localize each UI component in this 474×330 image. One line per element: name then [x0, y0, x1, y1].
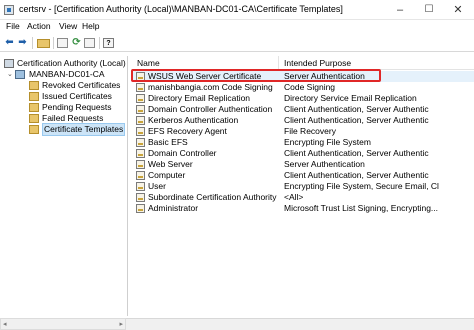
- template-name: Directory Email Replication: [148, 93, 251, 103]
- tree-node-ca[interactable]: ⌄ MANBAN-DC01-CA: [2, 69, 128, 80]
- forward-arrow-icon[interactable]: ➡: [16, 37, 29, 49]
- certificate-template-icon: [136, 182, 145, 191]
- template-name: Domain Controller Authentication: [148, 104, 273, 114]
- certificate-template-icon: [136, 105, 145, 114]
- tree-horizontal-scrollbar[interactable]: ◂ ▸: [0, 318, 126, 330]
- menu-help[interactable]: Help: [82, 21, 99, 31]
- template-name: Subordinate Certification Authority: [148, 192, 277, 202]
- template-purpose: Client Authentication, Server Authentic: [284, 115, 429, 125]
- menu-view[interactable]: View: [59, 21, 77, 31]
- highlight-box: [131, 69, 381, 82]
- template-list: Name Intended Purpose WSUS Web Server Ce…: [132, 56, 474, 316]
- refresh-icon[interactable]: ⟳: [70, 37, 83, 49]
- table-row[interactable]: manishbangia.com Code Signing Code Signi…: [132, 82, 474, 93]
- up-folder-icon[interactable]: [37, 39, 50, 48]
- template-name: Computer: [148, 170, 186, 180]
- minimize-button[interactable]: –: [385, 0, 415, 20]
- tree-node-issued[interactable]: Issued Certificates: [2, 91, 128, 102]
- toolbar-separator: [99, 37, 100, 49]
- table-row[interactable]: EFS Recovery Agent File Recovery: [132, 126, 474, 137]
- certificate-template-icon: [136, 127, 145, 136]
- folder-icon: [29, 92, 39, 101]
- menu-file[interactable]: File: [6, 21, 20, 31]
- template-name: manishbangia.com Code Signing: [148, 82, 273, 92]
- template-purpose: Encrypting File System: [284, 137, 371, 147]
- table-row[interactable]: Web Server Server Authentication: [132, 159, 474, 170]
- template-purpose: Directory Service Email Replication: [284, 93, 417, 103]
- certificate-template-icon: [136, 204, 145, 213]
- template-name: EFS Recovery Agent: [148, 126, 227, 136]
- toolbar-separator: [32, 37, 33, 49]
- template-name: Kerberos Authentication: [148, 115, 239, 125]
- scroll-left-icon[interactable]: ◂: [3, 320, 7, 328]
- table-row[interactable]: Domain Controller Client Authentication,…: [132, 148, 474, 159]
- template-name: Administrator: [148, 203, 199, 213]
- template-name: Web Server: [148, 159, 193, 169]
- certificate-template-icon: [136, 193, 145, 202]
- template-purpose: Microsoft Trust List Signing, Encrypting…: [284, 203, 439, 213]
- close-button[interactable]: ✕: [443, 0, 473, 20]
- table-row[interactable]: Subordinate Certification Authority <All…: [132, 192, 474, 203]
- certificate-template-icon: [136, 138, 145, 147]
- folder-icon: [29, 81, 39, 90]
- certificate-template-icon: [136, 94, 145, 103]
- template-purpose: Client Authentication, Server Authentic: [284, 148, 429, 158]
- expander-icon[interactable]: ⌄: [7, 69, 13, 80]
- template-purpose: Server Authentication: [284, 159, 365, 169]
- certificate-template-icon: [136, 83, 145, 92]
- template-name: Basic EFS: [148, 137, 188, 147]
- menu-action[interactable]: Action: [27, 21, 51, 31]
- toolbar-separator: [53, 37, 54, 49]
- tree-node-pending[interactable]: Pending Requests: [2, 102, 128, 113]
- template-purpose: Encrypting File System, Secure Email, Cl: [284, 181, 439, 191]
- template-purpose: Client Authentication, Server Authentic: [284, 170, 429, 180]
- folder-icon: [29, 125, 39, 134]
- table-row[interactable]: Computer Client Authentication, Server A…: [132, 170, 474, 181]
- template-purpose: Code Signing: [284, 82, 336, 92]
- certificate-template-icon: [136, 116, 145, 125]
- ca-server-icon: [15, 70, 25, 79]
- certificate-template-icon: [136, 171, 145, 180]
- show-hide-tree-icon[interactable]: [57, 38, 68, 48]
- table-row[interactable]: Kerberos Authentication Client Authentic…: [132, 115, 474, 126]
- folder-icon: [29, 114, 39, 123]
- export-list-icon[interactable]: [84, 38, 95, 48]
- maximize-button[interactable]: ☐: [414, 0, 444, 20]
- back-arrow-icon[interactable]: ⬅: [3, 37, 16, 49]
- title-bar: certsrv - [Certification Authority (Loca…: [0, 0, 474, 20]
- certificate-template-icon: [136, 160, 145, 169]
- table-row[interactable]: Basic EFS Encrypting File System: [132, 137, 474, 148]
- toolbar: ⬅ ➡ ⟳ ?: [0, 35, 474, 52]
- template-name: User: [148, 181, 166, 191]
- table-row[interactable]: Domain Controller Authentication Client …: [132, 104, 474, 115]
- table-row[interactable]: Directory Email Replication Directory Se…: [132, 93, 474, 104]
- template-purpose: File Recovery: [284, 126, 336, 136]
- table-row[interactable]: User Encrypting File System, Secure Emai…: [132, 181, 474, 192]
- template-purpose: Client Authentication, Server Authentic: [284, 104, 429, 114]
- tree-node-certificate-templates[interactable]: Certificate Templates: [2, 123, 128, 136]
- tree-node-root[interactable]: Certification Authority (Local): [2, 58, 128, 69]
- certsrv-app-icon: [4, 5, 14, 15]
- console-tree: Certification Authority (Local) ⌄ MANBAN…: [0, 56, 128, 316]
- tree-node-revoked[interactable]: Revoked Certificates: [2, 80, 128, 91]
- scroll-right-icon[interactable]: ▸: [119, 320, 123, 328]
- help-icon[interactable]: ?: [103, 38, 114, 48]
- template-purpose: <All>: [284, 192, 304, 202]
- certification-authority-icon: [4, 59, 14, 68]
- column-header-intended-purpose[interactable]: Intended Purpose: [279, 56, 474, 70]
- menu-bar: File Action View Help: [0, 20, 474, 35]
- column-header-name[interactable]: Name: [132, 56, 279, 70]
- certificate-template-icon: [136, 149, 145, 158]
- window-title: certsrv - [Certification Authority (Loca…: [19, 4, 343, 14]
- template-name: Domain Controller: [148, 148, 217, 158]
- folder-icon: [29, 103, 39, 112]
- table-row[interactable]: Administrator Microsoft Trust List Signi…: [132, 203, 474, 214]
